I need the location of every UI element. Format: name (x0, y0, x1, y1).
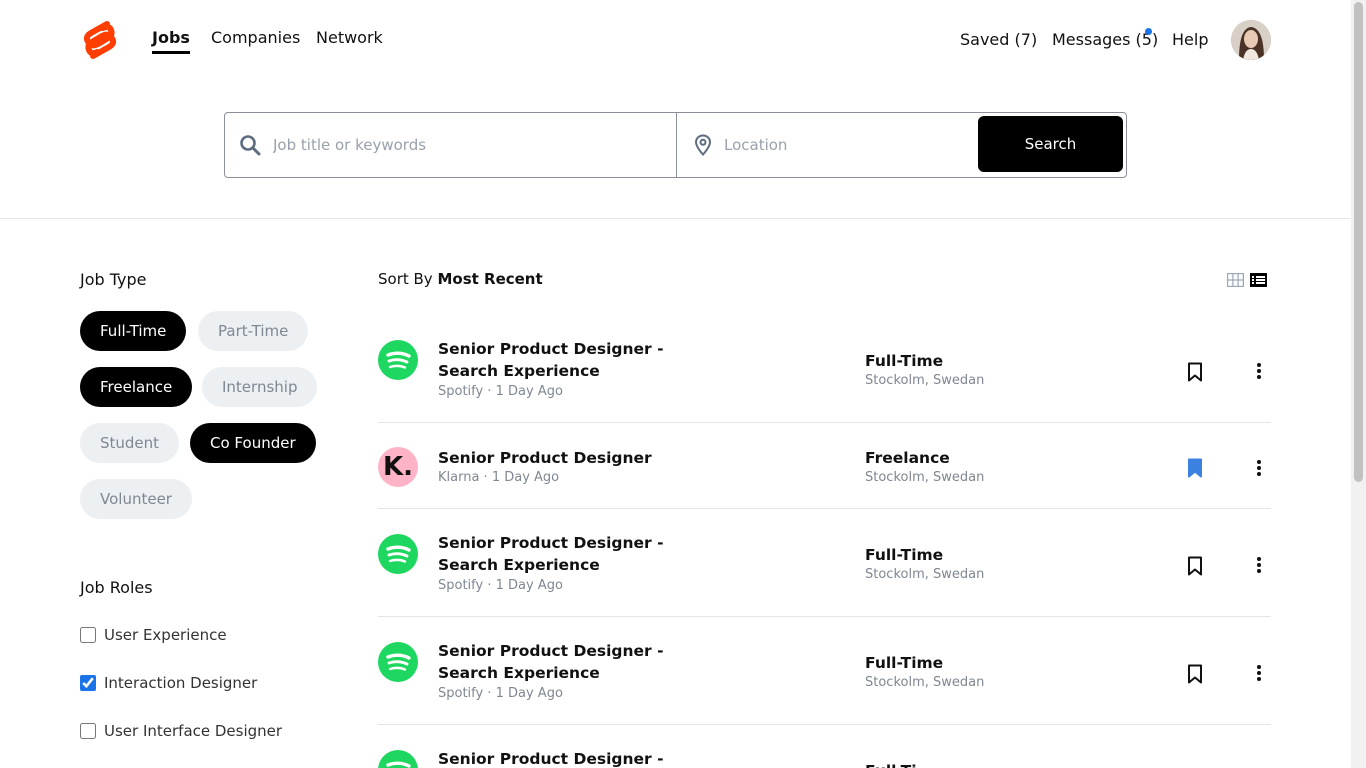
job-type-heading: Job Type (80, 270, 147, 289)
role-interaction-designer[interactable]: Interaction Designer (80, 673, 257, 693)
job-location: Stockolm, Swedan (865, 373, 985, 388)
chip-student[interactable]: Student (80, 423, 180, 463)
bookmark-icon[interactable] (1186, 362, 1204, 382)
spotify-logo (378, 340, 418, 380)
messages-link[interactable]: Messages (5) (1052, 30, 1158, 49)
scrollbar-thumb[interactable] (1354, 2, 1363, 482)
brand-logo[interactable] (80, 20, 120, 60)
bookmark-filled-icon[interactable] (1186, 458, 1204, 478)
job-title[interactable]: Senior Product Designer - Search Experie… (438, 532, 668, 576)
bookmark-icon[interactable] (1186, 664, 1204, 684)
page-scrollbar[interactable] (1351, 0, 1366, 768)
role-label: User Experience (104, 626, 227, 644)
row-divider (378, 616, 1271, 617)
sort-value: Most Recent (437, 270, 543, 288)
grid-view-icon[interactable] (1227, 272, 1245, 288)
job-location: Stockolm, Swedan (865, 675, 985, 690)
role-checkbox[interactable] (80, 627, 96, 643)
more-options-icon[interactable] (1256, 664, 1262, 682)
saved-link[interactable]: Saved (7) (960, 30, 1037, 49)
location-input[interactable] (724, 113, 974, 177)
job-row[interactable]: Senior Product Designer - Full-Ti (378, 748, 1271, 768)
bookmark-icon[interactable] (1186, 556, 1204, 576)
chip-co-founder[interactable]: Co Founder (190, 423, 316, 463)
chip-full-time[interactable]: Full-Time (80, 311, 187, 351)
job-title[interactable]: Senior Product Designer - (438, 748, 668, 768)
job-location: Stockolm, Swedan (865, 567, 985, 582)
keywords-input[interactable] (273, 113, 663, 177)
job-location: Stockolm, Swedan (865, 470, 985, 485)
tab-companies[interactable]: Companies (211, 28, 300, 47)
more-options-icon[interactable] (1256, 556, 1262, 574)
row-divider (378, 508, 1271, 509)
chip-part-time[interactable]: Part-Time (198, 311, 309, 351)
klarna-logo: K. (378, 447, 418, 487)
tab-jobs[interactable]: Jobs (152, 28, 190, 54)
avatar[interactable] (1231, 20, 1271, 60)
job-type: Freelance (865, 449, 950, 467)
role-checkbox[interactable] (80, 675, 96, 691)
sort-control[interactable]: Sort By Most Recent (378, 270, 543, 288)
role-user-experience[interactable]: User Experience (80, 625, 227, 645)
job-title[interactable]: Senior Product Designer - Search Experie… (438, 338, 668, 382)
row-divider (378, 422, 1271, 423)
more-options-icon[interactable] (1256, 459, 1262, 477)
role-label: Interaction Designer (104, 674, 258, 692)
job-type: Full-Time (865, 546, 944, 564)
sort-prefix: Sort By (378, 270, 433, 288)
job-meta: Spotify · 1 Day Ago (438, 384, 563, 399)
spotify-logo (378, 750, 418, 768)
job-type: Full-Time (865, 352, 944, 370)
location-pin-icon (694, 134, 712, 160)
job-meta: Spotify · 1 Day Ago (438, 578, 563, 593)
job-meta: Klarna · 1 Day Ago (438, 470, 560, 485)
job-title[interactable]: Senior Product Designer - Search Experie… (438, 640, 668, 684)
chip-internship[interactable]: Internship (202, 367, 318, 407)
header-divider (0, 218, 1351, 219)
role-user-interface-designer[interactable]: User Interface Designer (80, 721, 282, 741)
spotify-logo (378, 534, 418, 574)
job-meta: Spotify · 1 Day Ago (438, 686, 563, 701)
help-link[interactable]: Help (1172, 30, 1208, 49)
more-options-icon[interactable] (1256, 362, 1262, 380)
search-button[interactable]: Search (978, 116, 1123, 172)
role-checkbox[interactable] (80, 723, 96, 739)
spotify-logo (378, 642, 418, 682)
tab-network[interactable]: Network (316, 28, 383, 47)
chip-volunteer[interactable]: Volunteer (80, 479, 192, 519)
row-divider (378, 724, 1271, 725)
job-title[interactable]: Senior Product Designer (438, 447, 668, 469)
job-type: Full-Time (865, 654, 944, 672)
search-divider (676, 113, 677, 177)
chip-freelance[interactable]: Freelance (80, 367, 193, 407)
search-icon (239, 134, 261, 160)
search-bar: Search (224, 112, 1127, 178)
unread-dot (1145, 28, 1152, 35)
role-label: User Interface Designer (104, 722, 283, 740)
job-roles-heading: Job Roles (80, 578, 153, 597)
job-type: Full-Ti (865, 762, 917, 768)
list-view-icon[interactable] (1250, 272, 1267, 287)
